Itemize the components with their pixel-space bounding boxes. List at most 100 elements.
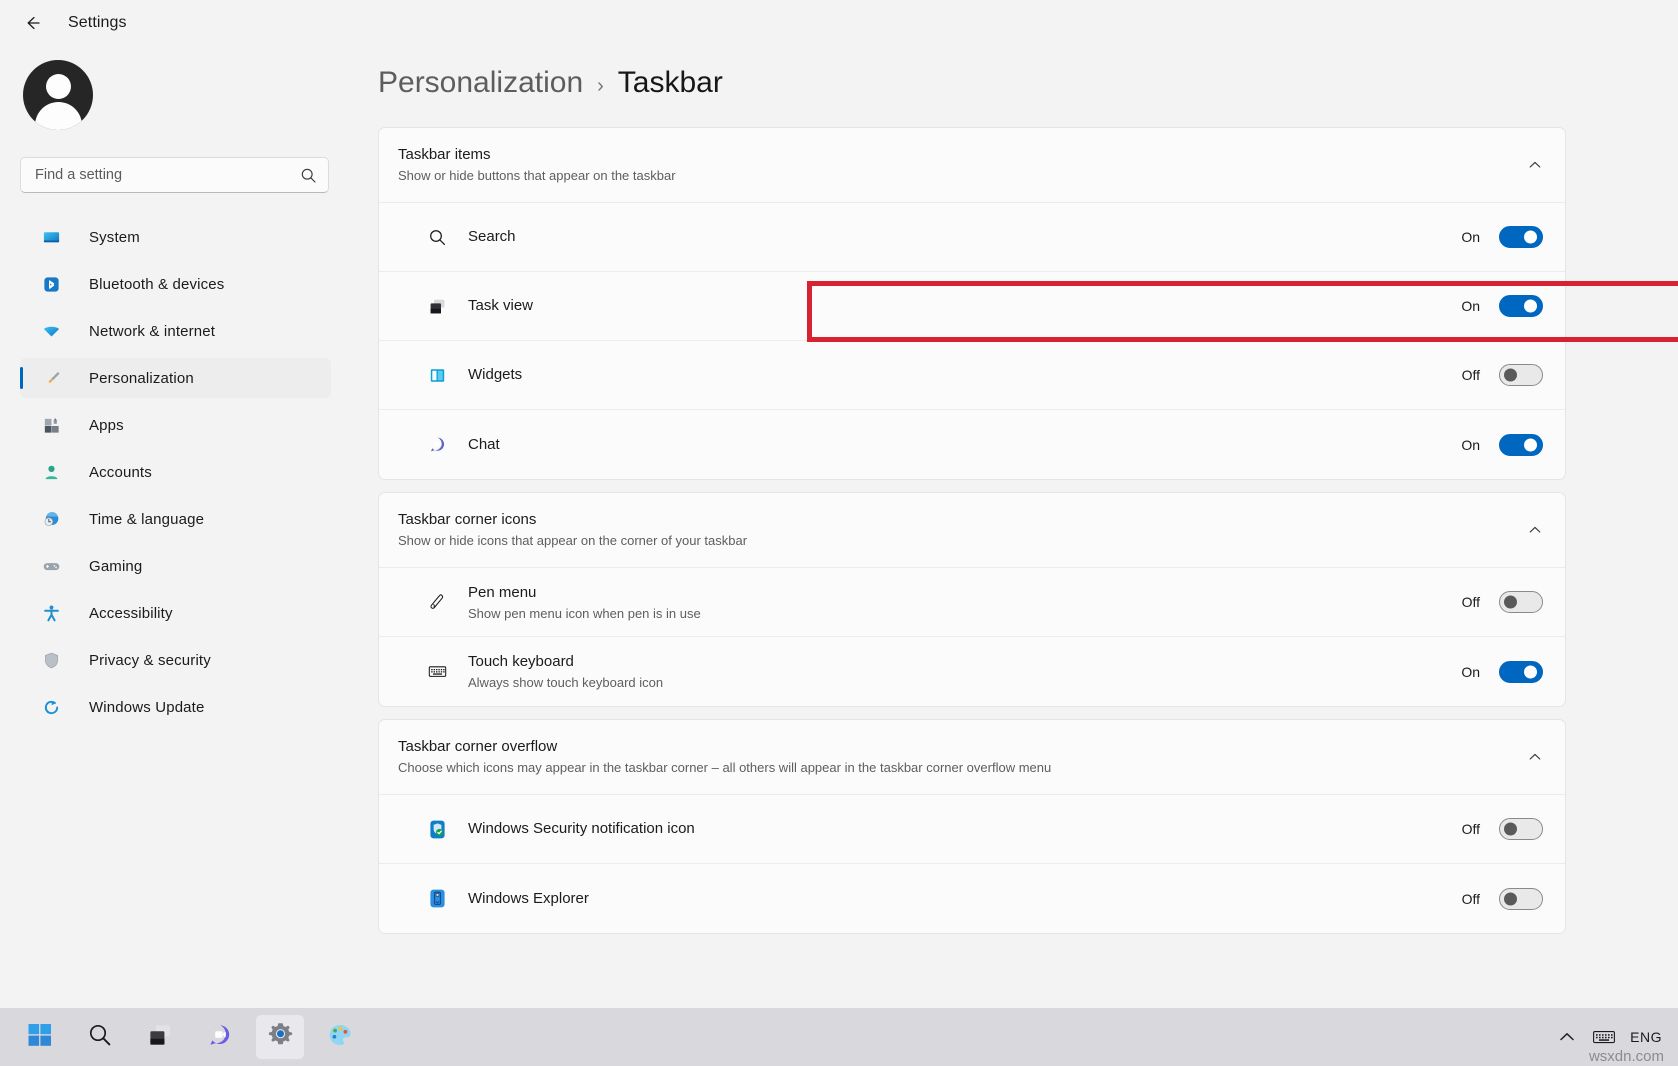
- page-title: Taskbar: [618, 66, 723, 100]
- table-row[interactable]: Windows Explorer Off: [379, 864, 1565, 933]
- sidebar-item-time-language[interactable]: Time & language: [20, 499, 331, 539]
- sidebar-item-label: Privacy & security: [89, 652, 211, 669]
- table-row[interactable]: Windows Security notification icon Off: [379, 795, 1565, 864]
- row-label: Touch keyboard: [468, 653, 574, 670]
- gear-icon: [267, 1021, 294, 1053]
- search-input[interactable]: [35, 167, 300, 183]
- back-button[interactable]: [14, 6, 52, 40]
- row-label: Pen menu: [468, 584, 536, 601]
- avatar-body: [35, 102, 82, 130]
- breadcrumb-parent[interactable]: Personalization: [378, 66, 583, 100]
- sidebar-item-network-internet[interactable]: Network & internet: [20, 311, 331, 351]
- card-taskbar-corner-overflow: Taskbar corner overflow Choose which ico…: [378, 719, 1566, 934]
- settings-cards: Taskbar items Show or hide buttons that …: [378, 127, 1678, 934]
- chat-icon: [207, 1022, 233, 1053]
- card-header[interactable]: Taskbar corner icons Show or hide icons …: [379, 493, 1565, 568]
- sidebar: System Bluetooth & devices: [0, 46, 362, 1066]
- toggle-chat[interactable]: [1499, 434, 1543, 456]
- task-view-icon: [425, 294, 449, 318]
- table-row[interactable]: Touch keyboard Always show touch keyboar…: [379, 637, 1565, 706]
- toggle-widgets[interactable]: [1499, 364, 1543, 386]
- search-box[interactable]: [20, 157, 329, 193]
- sidebar-item-apps[interactable]: Apps: [20, 405, 331, 445]
- sidebar-item-privacy-security[interactable]: Privacy & security: [20, 640, 331, 680]
- chevron-up-icon[interactable]: [1527, 522, 1543, 538]
- watermark: wsxdn.com: [1589, 1048, 1664, 1065]
- sidebar-item-personalization[interactable]: Personalization: [20, 358, 331, 398]
- app-title: Settings: [68, 14, 127, 32]
- breadcrumb-separator: ›: [597, 75, 604, 98]
- wifi-icon: [41, 321, 61, 341]
- toggle-pen-menu[interactable]: [1499, 591, 1543, 613]
- avatar: [23, 60, 93, 130]
- taskbar-search-button[interactable]: [76, 1015, 124, 1059]
- row-subtitle: Always show touch keyboard icon: [468, 675, 1461, 690]
- toggle-task-view[interactable]: [1499, 295, 1543, 317]
- row-label: Widgets: [468, 366, 522, 383]
- sidebar-item-label: Bluetooth & devices: [89, 276, 224, 293]
- chat-button[interactable]: [196, 1015, 244, 1059]
- clock-globe-icon: [41, 509, 61, 529]
- windows-security-icon: [425, 817, 449, 841]
- toggle-touch-keyboard[interactable]: [1499, 661, 1543, 683]
- touch-keyboard-icon[interactable]: [1592, 1027, 1616, 1047]
- toggle-windows-security-notification-icon[interactable]: [1499, 818, 1543, 840]
- card-header[interactable]: Taskbar items Show or hide buttons that …: [379, 128, 1565, 203]
- table-row[interactable]: Widgets Off: [379, 341, 1565, 410]
- paint-button[interactable]: [316, 1015, 364, 1059]
- search-icon: [425, 225, 449, 249]
- table-row[interactable]: Pen menu Show pen menu icon when pen is …: [379, 568, 1565, 637]
- sidebar-item-accessibility[interactable]: Accessibility: [20, 593, 331, 633]
- card-subtitle: Show or hide buttons that appear on the …: [398, 168, 1527, 183]
- row-label: Windows Security notification icon: [468, 820, 695, 837]
- settings-window: Settings: [0, 0, 1678, 1066]
- toggle-state-label: Off: [1462, 594, 1480, 610]
- avatar-container[interactable]: [20, 54, 362, 130]
- toggle-windows-explorer[interactable]: [1499, 888, 1543, 910]
- sidebar-item-label: Personalization: [89, 370, 194, 387]
- accessibility-icon: [41, 603, 61, 623]
- chevron-up-icon[interactable]: [1527, 157, 1543, 173]
- row-label: Chat: [468, 436, 500, 453]
- shield-icon: [41, 650, 61, 670]
- card-title: Taskbar corner icons: [398, 511, 1527, 528]
- sidebar-item-label: Time & language: [89, 511, 204, 528]
- bluetooth-icon: [41, 274, 61, 294]
- table-row[interactable]: Task view On: [379, 272, 1565, 341]
- card-subtitle: Choose which icons may appear in the tas…: [398, 760, 1527, 775]
- search-icon: [87, 1022, 113, 1053]
- sidebar-item-label: System: [89, 229, 140, 246]
- sidebar-item-label: Accessibility: [89, 605, 173, 622]
- tray-overflow-chevron-up-icon[interactable]: [1556, 1026, 1578, 1048]
- chevron-up-icon[interactable]: [1527, 749, 1543, 765]
- toggle-state-label: On: [1461, 229, 1480, 245]
- task-view-button[interactable]: [136, 1015, 184, 1059]
- search-icon: [300, 167, 317, 184]
- sidebar-item-label: Apps: [89, 417, 124, 434]
- sidebar-item-gaming[interactable]: Gaming: [20, 546, 331, 586]
- windows-logo-icon: [27, 1022, 53, 1053]
- chat-icon: [425, 433, 449, 457]
- language-indicator[interactable]: ENG: [1630, 1029, 1662, 1045]
- pen-icon: [425, 590, 449, 614]
- settings-button[interactable]: [256, 1015, 304, 1059]
- row-label: Task view: [468, 297, 533, 314]
- row-label: Windows Explorer: [468, 890, 589, 907]
- start-button[interactable]: [16, 1015, 64, 1059]
- card-header[interactable]: Taskbar corner overflow Choose which ico…: [379, 720, 1565, 795]
- toggle-search[interactable]: [1499, 226, 1543, 248]
- sidebar-item-windows-update[interactable]: Windows Update: [20, 687, 331, 727]
- row-subtitle: Show pen menu icon when pen is in use: [468, 606, 1462, 621]
- table-row[interactable]: Chat On: [379, 410, 1565, 479]
- card-title: Taskbar items: [398, 146, 1527, 163]
- table-row[interactable]: Search On: [379, 203, 1565, 272]
- toggle-state-label: Off: [1462, 821, 1480, 837]
- sidebar-item-accounts[interactable]: Accounts: [20, 452, 331, 492]
- paint-palette-icon: [327, 1022, 353, 1053]
- sidebar-item-system[interactable]: System: [20, 217, 331, 257]
- sidebar-item-bluetooth-devices[interactable]: Bluetooth & devices: [20, 264, 331, 304]
- task-view-icon: [147, 1022, 173, 1053]
- sidebar-item-label: Gaming: [89, 558, 142, 575]
- sidebar-item-label: Windows Update: [89, 699, 205, 716]
- avatar-head: [46, 74, 71, 99]
